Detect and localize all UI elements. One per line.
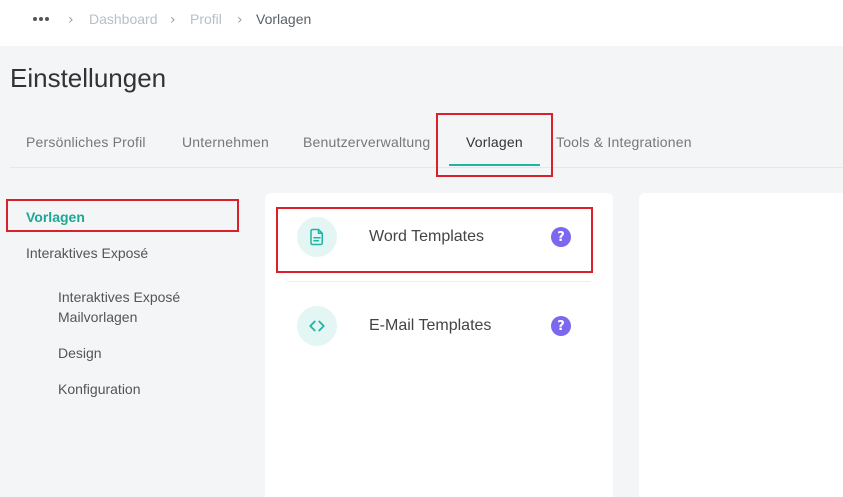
highlight-box-tab: [436, 113, 553, 177]
tabs-divider: [10, 167, 843, 168]
sidebar-subitem-mailvorlagen[interactable]: Interaktives Exposé Mailvorlagen: [58, 287, 198, 327]
chevron-right-icon: ›: [170, 12, 176, 28]
tab-tools-integrationen[interactable]: Tools & Integrationen: [556, 134, 692, 150]
chevron-right-icon: ›: [68, 12, 74, 28]
breadcrumb-vorlagen: Vorlagen: [256, 11, 312, 27]
sidebar-subitem-konfiguration[interactable]: Konfiguration: [58, 379, 141, 399]
settings-tabs: Persönliches Profil Unternehmen Benutzer…: [0, 120, 843, 168]
highlight-box-word-templates: [276, 207, 593, 273]
breadcrumb-dashboard[interactable]: Dashboard: [89, 11, 158, 27]
chevron-right-icon: ›: [237, 12, 243, 28]
tab-unternehmen[interactable]: Unternehmen: [182, 134, 269, 150]
page-title: Einstellungen: [10, 63, 167, 93]
tab-benutzerverwaltung[interactable]: Benutzerverwaltung: [303, 134, 430, 150]
breadcrumb-profil[interactable]: Profil: [190, 11, 222, 27]
sidebar-item-interaktives-expose[interactable]: Interaktives Exposé: [26, 245, 148, 261]
highlight-box-sidebar: [6, 199, 239, 232]
code-icon: [297, 306, 337, 346]
email-templates-label: E-Mail Templates: [369, 317, 492, 334]
sidebar-subitem-design[interactable]: Design: [58, 343, 102, 363]
content-panel: [639, 193, 843, 497]
template-row-email[interactable]: E-Mail Templates ?: [265, 282, 613, 370]
more-options-icon[interactable]: [33, 14, 51, 24]
help-icon[interactable]: ?: [551, 316, 571, 336]
breadcrumb-bar: › Dashboard › Profil › Vorlagen: [0, 0, 843, 46]
tab-persoenliches-profil[interactable]: Persönliches Profil: [26, 134, 146, 150]
